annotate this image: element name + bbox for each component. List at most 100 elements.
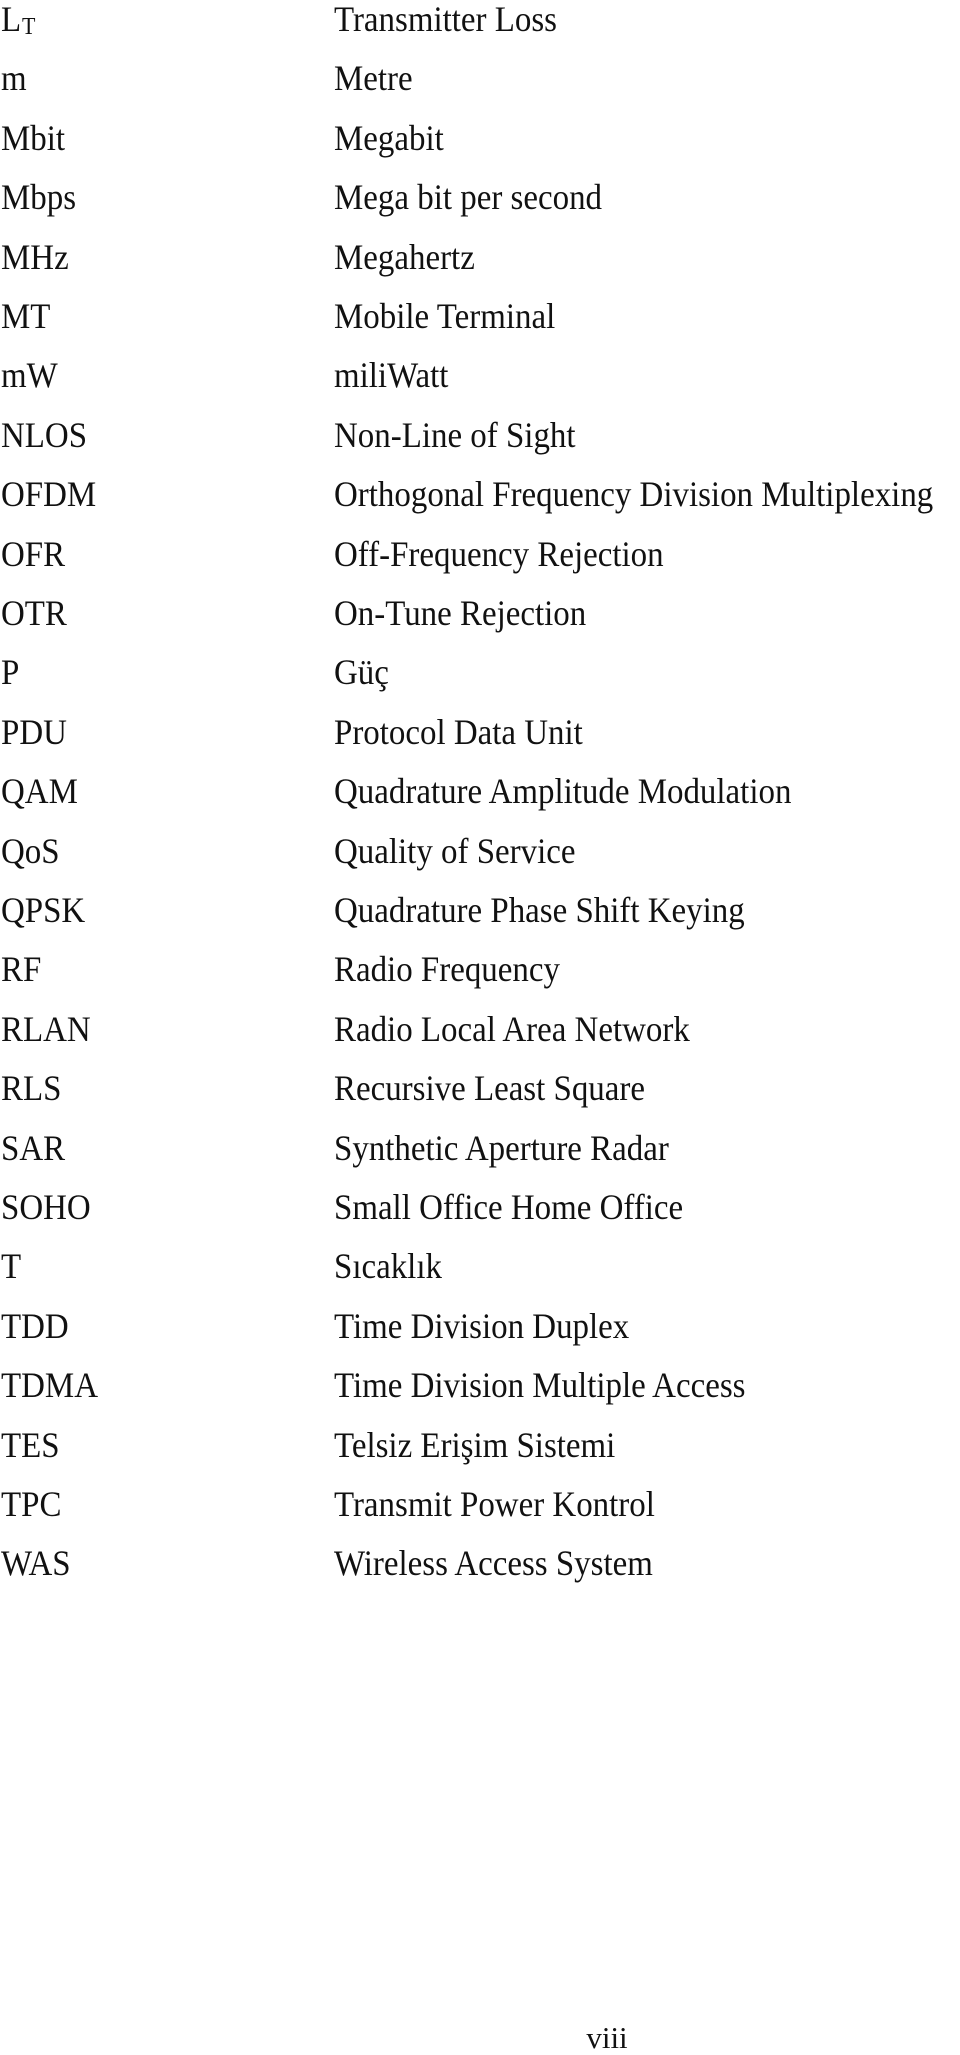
abbreviation-term-text: NLOS: [1, 414, 88, 455]
abbreviation-row: QoS Quality of Service: [0, 833, 960, 892]
abbreviation-row: Mbit Megabit: [0, 120, 960, 179]
abbreviation-term: TDD: [1, 1308, 69, 1344]
abbreviation-term: T: [1, 1248, 21, 1284]
abbreviation-row: TDMA Time Division Multiple Access: [0, 1367, 960, 1426]
abbreviation-term-text: MT: [1, 296, 51, 336]
abbreviation-row: Mbps Mega bit per second: [0, 179, 960, 238]
abbreviation-term-text: PDU: [1, 711, 67, 752]
abbreviation-definition: Orthogonal Frequency Division Multiplexi…: [334, 474, 934, 515]
abbreviation-term: RLAN: [1, 1011, 91, 1047]
abbreviation-term: SOHO: [1, 1189, 91, 1225]
abbreviation-term: MT: [1, 298, 50, 334]
document-page: LT Transmitter Loss m Metre Mbit Megabit Mbps M…: [0, 0, 960, 2055]
abbreviation-term-text: WAS: [1, 1543, 71, 1584]
abbreviation-definition: Quadrature Amplitude Modulation: [334, 771, 792, 812]
abbreviation-definition: Protocol Data Unit: [334, 711, 583, 752]
abbreviation-term: LT: [1, 1, 35, 42]
abbreviation-term-text: QoS: [1, 830, 60, 871]
abbreviation-row: OTR On-Tune Rejection: [0, 595, 960, 654]
abbreviation-definition: Mobile Terminal: [334, 296, 556, 336]
abbreviation-term: TPC: [1, 1486, 61, 1522]
abbreviation-definition: Sıcaklık: [334, 1246, 442, 1287]
abbreviation-definition: Transmitter Loss: [334, 0, 557, 39]
abbreviation-term-text: m: [1, 58, 27, 99]
abbreviation-term: OTR: [1, 595, 67, 631]
abbreviation-term: m: [1, 60, 27, 96]
abbreviation-definition: Wireless Access System: [334, 1543, 653, 1584]
abbreviation-term-text: Mbps: [1, 177, 77, 218]
abbreviation-definition: Synthetic Aperture Radar: [334, 1127, 669, 1168]
abbreviation-row: OFR Off-Frequency Rejection: [0, 536, 960, 595]
abbreviation-definition: Metre: [334, 58, 413, 99]
abbreviation-definition: On-Tune Rejection: [334, 593, 587, 633]
abbreviation-term: mW: [1, 357, 58, 393]
abbreviation-row: RLS Recursive Least Square: [0, 1070, 960, 1129]
abbreviation-row: OFDM Orthogonal Frequency Division Multip…: [0, 476, 960, 535]
abbreviation-definition: Time Division Duplex: [334, 1305, 630, 1346]
abbreviation-term-subscript: T: [22, 14, 36, 40]
abbreviation-term-text: T: [1, 1246, 22, 1287]
abbreviation-term: OFR: [1, 536, 65, 572]
abbreviation-definition: miliWatt: [334, 355, 449, 396]
abbreviation-term-text: mW: [1, 355, 58, 396]
abbreviation-row: TDD Time Division Duplex: [0, 1308, 960, 1367]
abbreviation-term: PDU: [1, 714, 67, 750]
abbreviation-term-text: OFDM: [1, 474, 97, 515]
abbreviation-term-text: P: [1, 652, 20, 693]
abbreviation-definition: Megahertz: [334, 236, 475, 277]
page-number: viii: [586, 2020, 628, 2055]
abbreviation-term: RLS: [1, 1070, 61, 1106]
abbreviation-term-text: SAR: [1, 1127, 66, 1168]
abbreviation-term-text: RF: [1, 949, 42, 990]
abbreviation-definition: Off-Frequency Rejection: [334, 533, 664, 574]
abbreviation-term-text: QPSK: [1, 890, 86, 930]
abbreviation-term-text: TES: [1, 1424, 60, 1465]
abbreviation-term-text: SOHO: [1, 1187, 91, 1227]
abbreviation-term: Mbit: [1, 120, 65, 156]
abbreviation-term-text: RLS: [1, 1068, 62, 1109]
abbreviation-row: MHz Megahertz: [0, 239, 960, 298]
abbreviation-definition: Radio Local Area Network: [334, 1008, 690, 1049]
abbreviation-term-text: TDD: [1, 1305, 69, 1346]
abbreviation-definition: Transmit Power Kontrol: [334, 1484, 655, 1524]
abbreviation-definition: Recursive Least Square: [334, 1068, 645, 1109]
abbreviation-term: Mbps: [1, 179, 76, 215]
abbreviation-term-text: QAM: [1, 771, 78, 812]
abbreviation-term: QoS: [1, 833, 60, 869]
abbreviation-row: P Güç: [0, 654, 960, 713]
abbreviation-row: QPSK Quadrature Phase Shift Keying: [0, 892, 960, 951]
abbreviation-term-text: MHz: [1, 236, 69, 277]
abbreviation-term-text: Mbit: [1, 117, 66, 158]
abbreviation-row: mW miliWatt: [0, 357, 960, 416]
abbreviation-row: RLAN Radio Local Area Network: [0, 1011, 960, 1070]
abbreviation-term-text: L: [1, 0, 22, 39]
abbreviation-definition: Time Division Multiple Access: [334, 1365, 746, 1406]
abbreviation-definition: Güç: [334, 652, 389, 693]
abbreviation-row: SOHO Small Office Home Office: [0, 1189, 960, 1248]
abbreviation-row: WAS Wireless Access System: [0, 1545, 960, 1604]
abbreviation-definition: Small Office Home Office: [334, 1187, 684, 1227]
abbreviation-term: QPSK: [1, 892, 85, 928]
abbreviation-term: SAR: [1, 1130, 65, 1166]
abbreviation-row: LT Transmitter Loss: [0, 1, 960, 60]
abbreviation-definition: Mega bit per second: [334, 177, 603, 218]
abbreviation-definition: Quadrature Phase Shift Keying: [334, 890, 745, 930]
abbreviation-term: WAS: [1, 1545, 71, 1581]
abbreviation-term-text: RLAN: [1, 1008, 91, 1049]
abbreviation-row: TPC Transmit Power Kontrol: [0, 1486, 960, 1545]
abbreviation-row: RF Radio Frequency: [0, 951, 960, 1010]
abbreviation-term: MHz: [1, 239, 69, 275]
abbreviation-row: m Metre: [0, 60, 960, 119]
abbreviation-term: P: [1, 654, 19, 690]
abbreviation-definition: Radio Frequency: [334, 949, 560, 990]
abbreviation-term-text: TDMA: [1, 1365, 98, 1406]
abbreviation-definition: Telsiz Erişim Sistemi: [334, 1424, 616, 1465]
abbreviation-row: QAM Quadrature Amplitude Modulation: [0, 773, 960, 832]
abbreviation-term-text: OTR: [1, 593, 67, 633]
abbreviation-term-text: OFR: [1, 533, 66, 574]
abbreviation-row: SAR Synthetic Aperture Radar: [0, 1130, 960, 1189]
abbreviation-row: TES Telsiz Erişim Sistemi: [0, 1427, 960, 1486]
abbreviation-row: NLOS Non-Line of Sight: [0, 417, 960, 476]
abbreviation-term: NLOS: [1, 417, 87, 453]
abbreviation-term: TES: [1, 1427, 60, 1463]
